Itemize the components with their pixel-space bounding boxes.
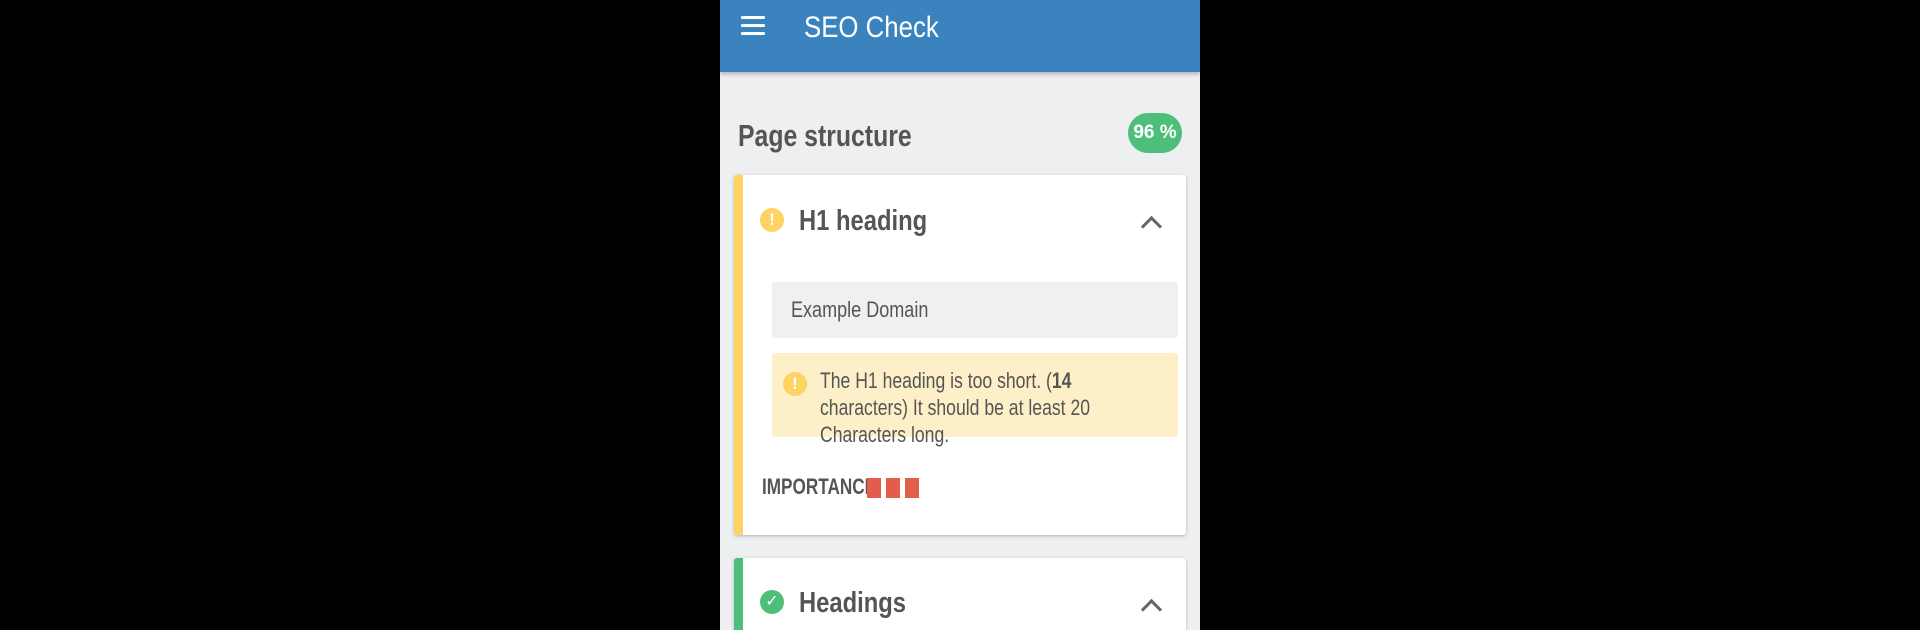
h1-value-text: Example Domain [791,297,929,322]
chevron-up-icon[interactable] [1140,598,1163,621]
character-count: 14 [1051,368,1072,393]
h1-heading-card: ! H1 heading Example Domain ! The H1 hea… [734,175,1186,535]
check-icon: ✓ [760,590,784,614]
warning-message-text: The H1 heading is too short. (14 charact… [820,367,1160,448]
card-title-headings[interactable]: Headings [799,585,906,621]
importance-label: IMPORTANCE [762,474,877,499]
chevron-up-icon[interactable] [1140,215,1163,238]
app-bar: SEO Check [720,0,1200,72]
alert-icon: ! [783,372,807,396]
app-screen: SEO Check Page structure 96 % ! H1 headi… [720,0,1200,630]
app-title: SEO Check [804,11,939,44]
headings-card: ✓ Headings [734,558,1186,630]
importance-block [867,478,881,498]
warning-icon: ! [760,208,784,232]
warning-stripe [734,175,743,535]
message-text-end: characters) It should be at least 20 Cha… [820,395,1091,447]
success-stripe [734,558,743,630]
importance-block [886,478,900,498]
card-title-h1-heading[interactable]: H1 heading [799,203,927,239]
section-title: Page structure [738,118,912,153]
warning-message-box: ! The H1 heading is too short. (14 chara… [772,353,1178,447]
importance-block [905,478,919,498]
h1-value-box: Example Domain [772,282,1178,338]
message-text-start: The H1 heading is too short. ( [820,368,1052,393]
score-badge: 96 % [1128,113,1182,153]
hamburger-menu-icon[interactable] [741,14,765,38]
